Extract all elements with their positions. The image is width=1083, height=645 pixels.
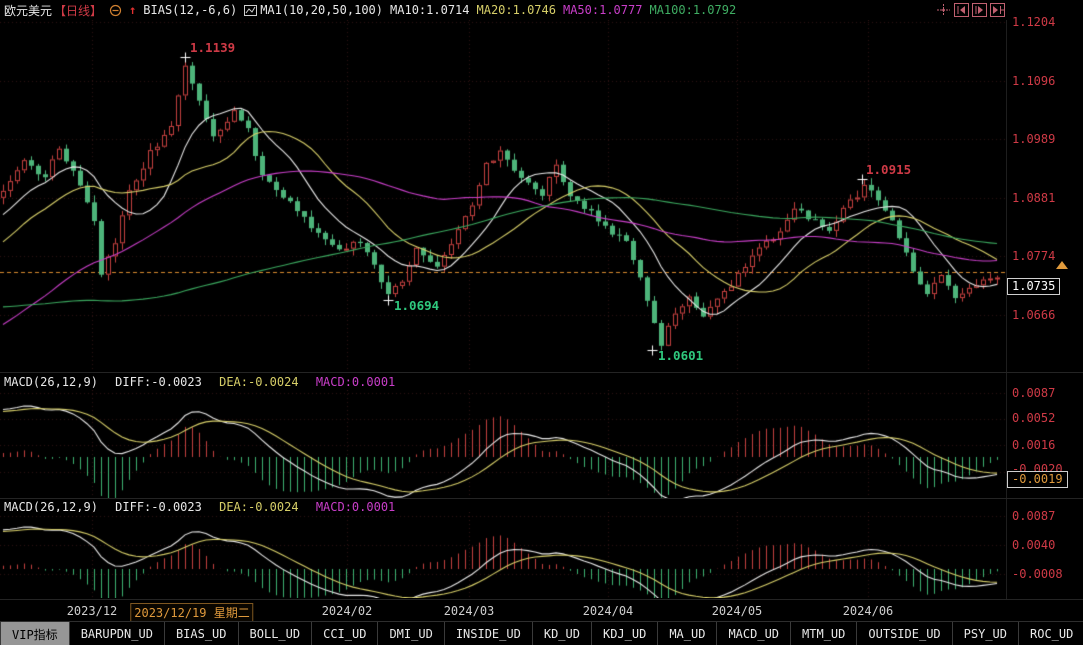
time-label: 2024/02 [322,604,373,618]
panel-divider [0,498,1083,499]
circle-minus-icon[interactable] [109,4,122,17]
chart-header: 欧元美元 【日线】 ↑ BIAS(12,-6,6) MA1(10,20,50,1… [0,0,1083,20]
tab-boll[interactable]: BOLL_UD [239,622,313,645]
scroll-left-icon[interactable] [954,2,969,16]
low-annotation: 1.0694 [394,298,439,313]
tab-ma[interactable]: MA_UD [658,622,717,645]
trading-app-window: 欧元美元 【日线】 ↑ BIAS(12,-6,6) MA1(10,20,50,1… [0,0,1083,645]
bias-label[interactable]: BIAS(12,-6,6) [143,3,237,17]
panel-divider [0,599,1083,600]
y-axis-label: 1.0881 [1012,191,1055,205]
y-axis-label: 0.0087 [1012,386,1055,400]
y-axis-label: 1.1204 [1012,15,1055,29]
tab-mtm[interactable]: MTM_UD [791,622,857,645]
y-axis-label: 0.0040 [1012,538,1055,552]
macd-value: MACD:0.0001 [316,375,395,389]
tab-macd[interactable]: MACD_UD [717,622,791,645]
period-label: 【日线】 [54,2,102,19]
y-axis-label: 1.1096 [1012,74,1055,88]
macd2-chart[interactable] [0,512,1006,598]
macd1-header: MACD(26,12,9) DIFF:-0.0023 DEA:-0.0024 M… [4,375,405,389]
symbol-title: 欧元美元 [4,2,52,19]
ma-group-label[interactable]: MA1(10,20,50,100) [260,3,383,17]
crosshair-icon[interactable] [936,2,951,16]
y-axis-label: 0.0087 [1012,509,1055,523]
high-annotation: 1.1139 [190,40,235,55]
current-price-tag: 1.0735 [1007,278,1060,295]
time-label: 2024/06 [843,604,894,618]
y-axis-label: 0.0052 [1012,411,1055,425]
y-axis-label: 1.0666 [1012,308,1055,322]
tab-outside[interactable]: OUTSIDE_UD [857,622,952,645]
ma50-value: MA50:1.0777 [563,3,642,17]
jump-latest-icon[interactable] [990,2,1005,16]
macd1-chart[interactable] [0,390,1006,498]
tab-bias[interactable]: BIAS_UD [165,622,239,645]
indicator-tab-bar: VIP指标 BARUPDN_UD BIAS_UD BOLL_UD CCI_UD … [0,621,1083,645]
low-annotation: 1.0601 [658,348,703,363]
tab-barupdn[interactable]: BARUPDN_UD [70,622,165,645]
tab-inside[interactable]: INSIDE_UD [445,622,533,645]
panel-divider [0,372,1083,373]
indicator-chart-icon[interactable] [244,4,257,17]
up-arrow-icon: ↑ [129,3,136,17]
ma10-value: MA10:1.0714 [390,3,469,17]
tab-vip-indicators[interactable]: VIP指标 [1,622,70,645]
y-axis-label: 1.0774 [1012,249,1055,263]
time-label: 2024/05 [712,604,763,618]
tab-kd[interactable]: KD_UD [533,622,592,645]
macd-name[interactable]: MACD(26,12,9) [4,375,98,389]
high-annotation: 1.0915 [866,162,911,177]
selected-date-label: 2023/12/19 星期二 [130,603,253,622]
tab-dmi[interactable]: DMI_UD [378,622,444,645]
tab-psy[interactable]: PSY_UD [953,622,1019,645]
chart-toolbar [936,2,1005,16]
scroll-right-icon[interactable] [972,2,987,16]
price-up-triangle-icon [1056,261,1068,269]
macd-value-tag: -0.0019 [1007,471,1068,488]
y-axis-label: -0.0008 [1012,567,1063,581]
dea-value: DEA:-0.0024 [219,375,298,389]
axis-divider [1006,20,1007,600]
y-axis-label: 0.0016 [1012,438,1055,452]
tab-roc[interactable]: ROC_UD [1019,622,1083,645]
time-axis: 2023/12 2023/12/19 星期二 2024/02 2024/03 2… [0,601,1083,620]
diff-value: DIFF:-0.0023 [115,375,202,389]
main-candlestick-chart[interactable] [0,20,1006,372]
time-label: 2024/03 [444,604,495,618]
y-axis-label: 1.0989 [1012,132,1055,146]
tab-kdj[interactable]: KDJ_UD [592,622,658,645]
tab-cci[interactable]: CCI_UD [312,622,378,645]
time-label: 2024/04 [583,604,634,618]
ma100-value: MA100:1.0792 [649,3,736,17]
ma20-value: MA20:1.0746 [477,3,556,17]
time-label: 2023/12 [67,604,118,618]
